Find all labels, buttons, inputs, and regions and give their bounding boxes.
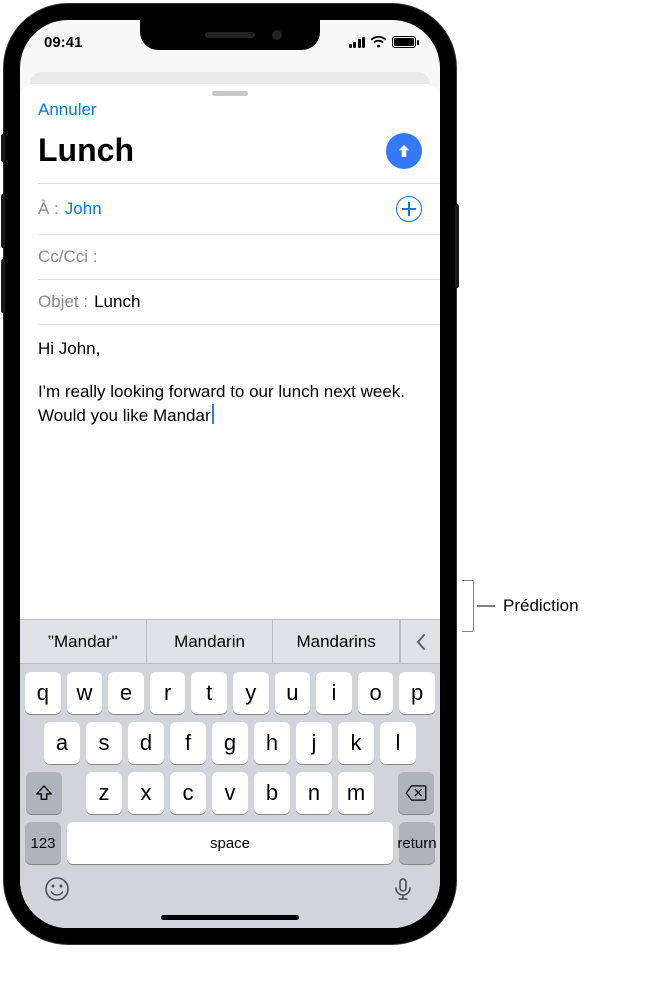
- key-g[interactable]: g: [212, 722, 248, 764]
- text-cursor: [212, 404, 214, 424]
- key-b[interactable]: b: [254, 772, 290, 814]
- prediction-suggestion[interactable]: Mandarins: [273, 620, 400, 663]
- spacer: [380, 772, 392, 814]
- keyboard-row-3: z x c v b n m: [20, 764, 440, 814]
- body-text: I'm really looking forward to our lunch …: [38, 382, 405, 426]
- cc-label: Cc/Cci :: [38, 247, 98, 267]
- key-z[interactable]: z: [86, 772, 122, 814]
- key-s[interactable]: s: [86, 722, 122, 764]
- key-t[interactable]: t: [191, 672, 227, 714]
- compose-sheet: Annuler Lunch À : John Cc/Cci :: [20, 84, 440, 928]
- mic-icon: [390, 876, 416, 902]
- notch: [140, 20, 320, 50]
- power-button: [455, 204, 459, 288]
- key-f[interactable]: f: [170, 722, 206, 764]
- phone-frame: 09:41 Annuler Lunch À : John: [4, 4, 456, 944]
- key-i[interactable]: i: [316, 672, 352, 714]
- home-indicator[interactable]: [161, 915, 299, 920]
- battery-icon: [392, 36, 416, 48]
- shift-icon: [35, 784, 53, 802]
- keyboard-fn-row: [20, 870, 440, 907]
- subject-field-row[interactable]: Objet : Lunch: [20, 280, 440, 324]
- subject-label: Objet :: [38, 292, 88, 312]
- to-field-row[interactable]: À : John: [20, 184, 440, 234]
- shift-key[interactable]: [26, 772, 62, 814]
- key-n[interactable]: n: [296, 772, 332, 814]
- mute-switch: [1, 134, 5, 162]
- keyboard-row-bottom: 123 space return: [20, 814, 440, 870]
- cc-field-row[interactable]: Cc/Cci :: [20, 235, 440, 279]
- key-y[interactable]: y: [233, 672, 269, 714]
- key-v[interactable]: v: [212, 772, 248, 814]
- dictation-key[interactable]: [390, 876, 416, 907]
- prediction-suggestion[interactable]: Mandarin: [147, 620, 274, 663]
- subject-value[interactable]: Lunch: [94, 292, 422, 312]
- keyboard: "Mandar" Mandarin Mandarins q w e r t y …: [20, 619, 440, 928]
- key-q[interactable]: q: [25, 672, 61, 714]
- key-o[interactable]: o: [358, 672, 394, 714]
- body-line: I'm really looking forward to our lunch …: [38, 380, 422, 429]
- space-key[interactable]: space: [67, 822, 393, 864]
- front-camera: [272, 30, 282, 40]
- numbers-key[interactable]: 123: [25, 822, 61, 864]
- cellular-signal-icon: [349, 37, 366, 48]
- key-a[interactable]: a: [44, 722, 80, 764]
- callout-line: [477, 605, 495, 606]
- to-label: À :: [38, 199, 59, 219]
- body-line: Hi John,: [38, 337, 422, 362]
- plus-icon: [402, 202, 416, 216]
- key-e[interactable]: e: [108, 672, 144, 714]
- clock: 09:41: [44, 34, 82, 51]
- backspace-icon: [405, 785, 427, 801]
- keyboard-row-1: q w e r t y u i o p: [20, 664, 440, 714]
- compose-title: Lunch: [38, 132, 134, 169]
- emoji-key[interactable]: [44, 876, 70, 907]
- key-d[interactable]: d: [128, 722, 164, 764]
- backspace-key[interactable]: [398, 772, 434, 814]
- speaker: [205, 32, 255, 38]
- emoji-icon: [44, 876, 70, 902]
- key-k[interactable]: k: [338, 722, 374, 764]
- return-key[interactable]: return: [399, 822, 435, 864]
- volume-down-button: [1, 259, 5, 313]
- cancel-row: Annuler: [20, 96, 440, 120]
- spacer: [68, 772, 80, 814]
- email-body[interactable]: Hi John, I'm really looking forward to o…: [20, 325, 440, 619]
- add-recipient-button[interactable]: [396, 196, 422, 222]
- key-m[interactable]: m: [338, 772, 374, 814]
- key-l[interactable]: l: [380, 722, 416, 764]
- prediction-suggestion[interactable]: "Mandar": [20, 620, 147, 663]
- to-value[interactable]: John: [65, 199, 390, 219]
- arrow-up-icon: [395, 142, 413, 160]
- chevron-left-icon: [416, 634, 426, 650]
- status-right: [349, 36, 417, 49]
- screen: 09:41 Annuler Lunch À : John: [20, 20, 440, 928]
- key-c[interactable]: c: [170, 772, 206, 814]
- cancel-button[interactable]: Annuler: [38, 100, 97, 119]
- key-u[interactable]: u: [275, 672, 311, 714]
- annotation-callout: Prédiction: [462, 580, 579, 632]
- key-r[interactable]: r: [150, 672, 186, 714]
- prediction-bar: "Mandar" Mandarin Mandarins: [20, 620, 440, 664]
- bracket-icon: [462, 580, 474, 632]
- key-w[interactable]: w: [67, 672, 103, 714]
- wifi-icon: [370, 36, 387, 49]
- key-p[interactable]: p: [399, 672, 435, 714]
- key-h[interactable]: h: [254, 722, 290, 764]
- title-row: Lunch: [20, 120, 440, 183]
- key-x[interactable]: x: [128, 772, 164, 814]
- keyboard-row-2: a s d f g h j k l: [20, 714, 440, 764]
- volume-up-button: [1, 194, 5, 248]
- callout-label: Prédiction: [503, 596, 579, 616]
- key-j[interactable]: j: [296, 722, 332, 764]
- prediction-collapse-button[interactable]: [400, 620, 440, 663]
- send-button[interactable]: [386, 133, 422, 169]
